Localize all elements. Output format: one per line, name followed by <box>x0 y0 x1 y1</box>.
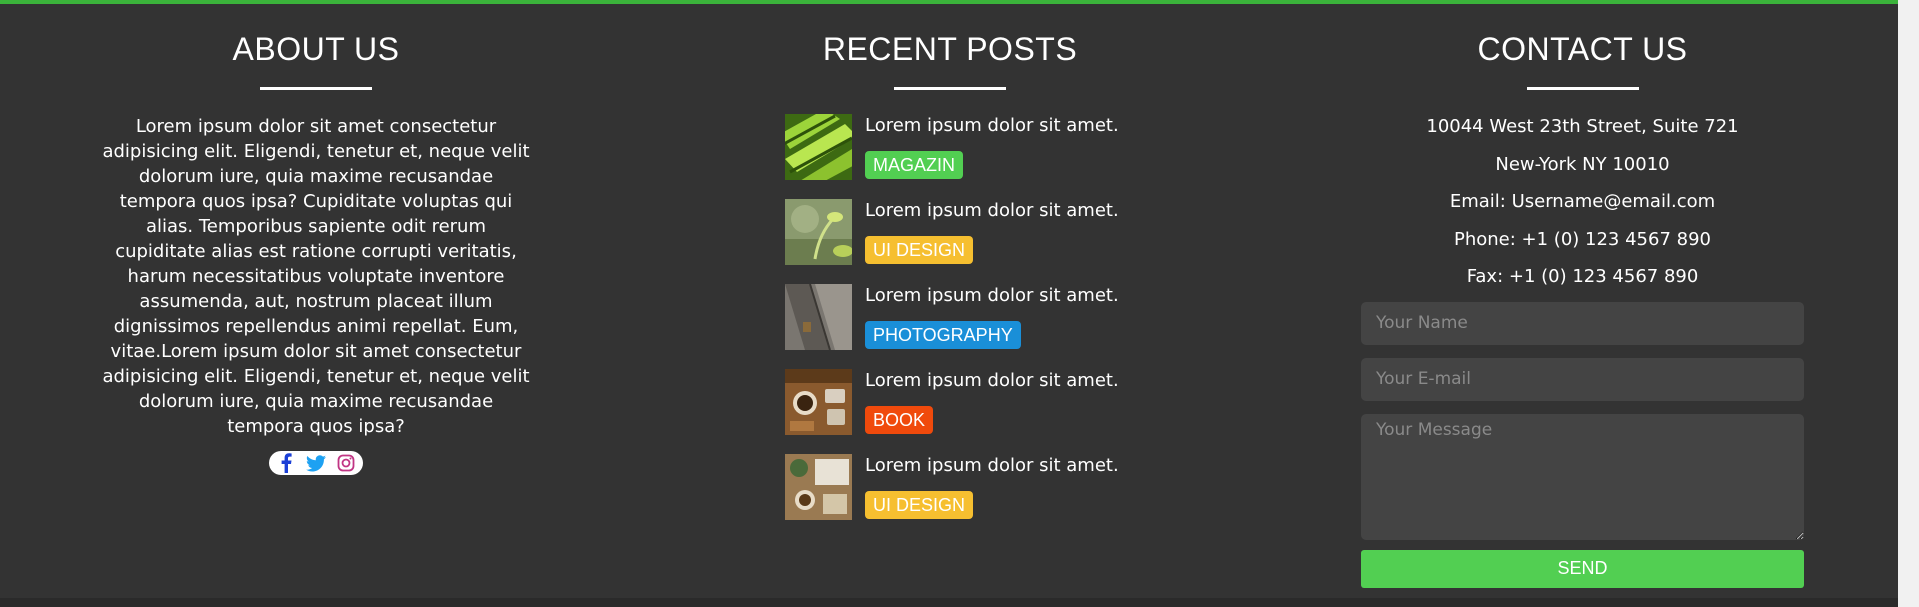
post-title[interactable]: Lorem ipsum dolor sit amet. <box>865 284 1119 308</box>
contact-address-line2: New-York NY 10010 <box>1495 153 1670 175</box>
coffee-desk-image[interactable] <box>785 369 852 435</box>
contact-phone: Phone: +1 (0) 123 4567 890 <box>1454 228 1711 250</box>
instagram-icon[interactable] <box>335 452 357 474</box>
contact-fax: Fax: +1 (0) 123 4567 890 <box>1466 266 1699 287</box>
post-item[interactable]: Lorem ipsum dolor sit amet. PHOTOGRAPHY <box>730 284 1170 369</box>
post-title[interactable]: Lorem ipsum dolor sit amet. <box>865 114 1119 138</box>
twitter-icon[interactable] <box>305 452 327 474</box>
recent-posts-section: RECENT POSTS Lorem ipsum dolor sit amet.… <box>730 4 1170 539</box>
contact-title: CONTACT US <box>1477 31 1688 67</box>
name-input[interactable] <box>1361 301 1804 345</box>
post-item[interactable]: Lorem ipsum dolor sit amet. BOOK <box>730 369 1170 454</box>
post-title[interactable]: Lorem ipsum dolor sit amet. <box>865 369 1119 393</box>
post-title[interactable]: Lorem ipsum dolor sit amet. <box>865 199 1119 223</box>
contact-section: CONTACT US 10044 West 23th Street, Suite… <box>1361 4 1804 588</box>
post-item[interactable]: Lorem ipsum dolor sit amet. UI DESIGN <box>730 199 1170 284</box>
about-text: Lorem ipsum dolor sit amet consectetur a… <box>102 116 530 437</box>
post-tag[interactable]: UI DESIGN <box>865 236 974 264</box>
footer: ABOUT US Lorem ipsum dolor sit amet cons… <box>0 0 1898 598</box>
email-input[interactable] <box>1361 357 1804 401</box>
post-tag[interactable]: PHOTOGRAPHY <box>865 321 1021 349</box>
scrollbar[interactable] <box>1898 0 1919 607</box>
recent-posts-title: RECENT POSTS <box>822 31 1078 67</box>
contact-address-line1: 10044 West 23th Street, Suite 721 <box>1426 116 1739 137</box>
workspace-image[interactable] <box>785 454 852 520</box>
about-section: ABOUT US Lorem ipsum dolor sit amet cons… <box>96 4 536 477</box>
contact-info: 10044 West 23th Street, Suite 721 New-Yo… <box>1361 114 1804 289</box>
wood-planks-image[interactable] <box>785 284 852 350</box>
green-leaves-image[interactable] <box>785 114 852 180</box>
message-textarea[interactable] <box>1361 413 1804 540</box>
post-tag[interactable]: MAGAZIN <box>865 151 964 179</box>
post-item[interactable]: Lorem ipsum dolor sit amet. UI DESIGN <box>730 454 1170 539</box>
post-tag[interactable]: BOOK <box>865 406 934 434</box>
facebook-icon[interactable] <box>275 452 297 474</box>
about-title: ABOUT US <box>232 31 400 67</box>
plant-sprout-image[interactable] <box>785 199 852 265</box>
contact-email: Email: Username@email.com <box>1449 191 1716 212</box>
post-item[interactable]: Lorem ipsum dolor sit amet. MAGAZIN <box>730 114 1170 199</box>
social-links <box>269 451 363 475</box>
contact-title-underline <box>1526 87 1639 90</box>
about-title-underline <box>260 87 372 90</box>
bottom-strip <box>0 598 1898 607</box>
post-title[interactable]: Lorem ipsum dolor sit amet. <box>865 454 1119 478</box>
post-tag[interactable]: UI DESIGN <box>865 491 974 519</box>
send-button[interactable]: SEND <box>1361 549 1804 588</box>
post-list: Lorem ipsum dolor sit amet. MAGAZIN Lore… <box>730 114 1170 539</box>
recent-posts-title-underline <box>894 87 1006 90</box>
